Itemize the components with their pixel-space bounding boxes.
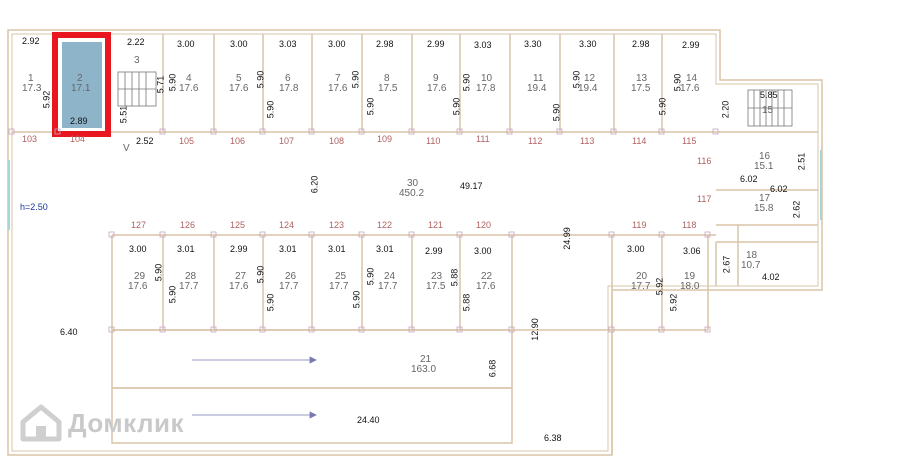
floor-plan: [7, 29, 823, 456]
